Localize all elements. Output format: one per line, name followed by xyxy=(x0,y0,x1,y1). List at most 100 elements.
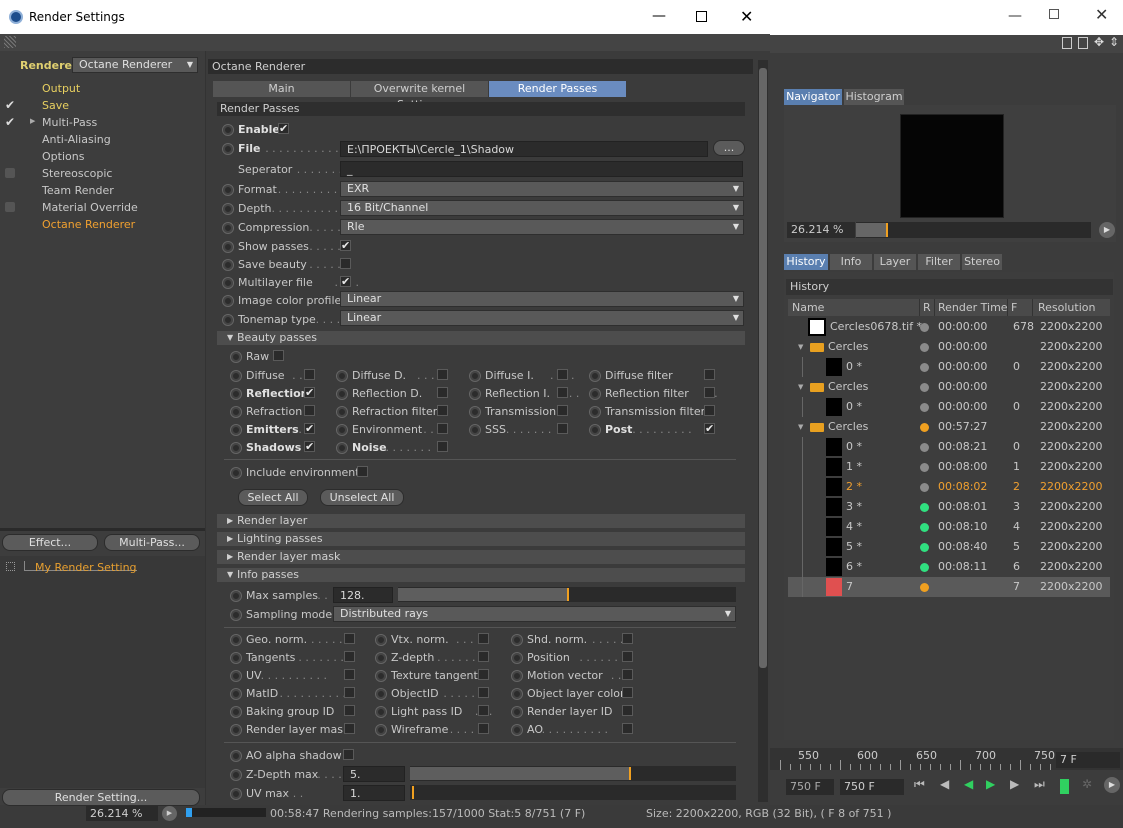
history-row[interactable]: ▼ Cercles 00:57:27 2200x2200 xyxy=(788,417,1110,437)
info-render-layer-id-radio[interactable] xyxy=(511,706,523,718)
info-baking-group-id-radio[interactable] xyxy=(230,706,242,718)
max-samples-slider[interactable] xyxy=(398,587,736,602)
info-object-layer-color-checkbox[interactable] xyxy=(622,687,633,698)
save-beauty-radio[interactable] xyxy=(222,259,234,271)
info-wireframe-radio[interactable] xyxy=(375,724,387,736)
history-row[interactable]: 0 * 00:00:00 0 2200x2200 xyxy=(788,397,1110,417)
status-zoom[interactable]: 26.214 % xyxy=(86,806,158,821)
loop-icon[interactable] xyxy=(1060,779,1069,794)
info-z-depth-checkbox[interactable] xyxy=(478,651,489,662)
beauty-refraction-radio[interactable] xyxy=(230,406,242,418)
beauty-diffuse-d-checkbox[interactable] xyxy=(437,369,448,380)
include-env-checkbox[interactable] xyxy=(357,466,368,477)
tab-history[interactable]: History xyxy=(784,254,828,270)
info-shd-norm-radio[interactable] xyxy=(511,634,523,646)
tonemap-dropdown[interactable]: Linear xyxy=(340,310,744,326)
beauty-passes-section[interactable]: ▼ Beauty passes xyxy=(217,331,745,345)
image-thumbnail[interactable] xyxy=(826,518,842,536)
enable-checkbox[interactable]: ✔ xyxy=(278,123,289,134)
info-uv-checkbox[interactable] xyxy=(344,669,355,680)
navigator-zoom-field[interactable]: 26.214 % xyxy=(787,222,855,238)
beauty-reflection-checkbox[interactable]: ✔ xyxy=(304,387,315,398)
uvmax-slider[interactable] xyxy=(410,785,736,800)
beauty-diffuse-filter-checkbox[interactable] xyxy=(704,369,715,380)
last-frame-icon[interactable]: ⏭ xyxy=(1034,777,1045,792)
info-vtx-norm-radio[interactable] xyxy=(375,634,387,646)
beauty-reflection-d-checkbox[interactable] xyxy=(437,387,448,398)
col-f[interactable]: F xyxy=(1007,299,1017,316)
arrows-icon[interactable]: ⇕ xyxy=(1109,35,1119,49)
info-shd-norm-checkbox[interactable] xyxy=(622,633,633,644)
image-thumbnail[interactable] xyxy=(826,478,842,496)
multilayer-checkbox[interactable]: ✔ xyxy=(340,276,351,287)
beauty-post-radio[interactable] xyxy=(589,424,601,436)
ao-alpha-checkbox[interactable] xyxy=(343,749,354,760)
raw-radio[interactable] xyxy=(230,351,242,363)
beauty-environment-radio[interactable] xyxy=(336,424,348,436)
prev-frame-icon[interactable]: ◀ xyxy=(940,777,949,791)
render-layer-mask-section[interactable]: ▶ Render layer mask xyxy=(217,550,745,564)
play-backward-icon[interactable]: ◀ xyxy=(964,777,973,791)
history-row[interactable]: 0 * 00:08:21 0 2200x2200 xyxy=(788,437,1110,457)
current-thumbnail[interactable] xyxy=(826,578,842,596)
beauty-diffuse-checkbox[interactable] xyxy=(304,369,315,380)
info-tangents-radio[interactable] xyxy=(230,652,242,664)
compression-radio[interactable] xyxy=(222,222,234,234)
enable-radio[interactable] xyxy=(222,124,234,136)
tonemap-radio[interactable] xyxy=(222,314,234,326)
save-beauty-checkbox[interactable] xyxy=(340,258,351,269)
beauty-diffuse-i-radio[interactable] xyxy=(469,370,481,382)
info-passes-section[interactable]: ▼ Info passes xyxy=(217,568,745,582)
beauty-transmission-filter-checkbox[interactable] xyxy=(704,405,715,416)
show-passes-radio[interactable] xyxy=(222,241,234,253)
show-passes-checkbox[interactable]: ✔ xyxy=(340,240,351,251)
info-vtx-norm-checkbox[interactable] xyxy=(478,633,489,644)
info-texture-tangent-checkbox[interactable] xyxy=(478,669,489,680)
beauty-reflection-radio[interactable] xyxy=(230,388,242,400)
select-all-button[interactable]: Select All xyxy=(238,489,308,506)
unselect-all-button[interactable]: Unselect All xyxy=(320,489,404,506)
history-row[interactable]: Cercles0678.tif * 00:00:00 678 2200x2200 xyxy=(788,317,1110,337)
beauty-reflection-d-radio[interactable] xyxy=(336,388,348,400)
info-texture-tangent-radio[interactable] xyxy=(375,670,387,682)
help-icon[interactable]: ▶ xyxy=(1104,777,1120,793)
image-profile-radio[interactable] xyxy=(222,295,234,307)
tab-stereo[interactable]: Stereo xyxy=(962,254,1002,270)
info-position-radio[interactable] xyxy=(511,652,523,664)
beauty-shadows-checkbox[interactable]: ✔ xyxy=(304,441,315,452)
history-row[interactable]: 5 * 00:08:40 5 2200x2200 xyxy=(788,537,1110,557)
image-profile-dropdown[interactable]: Linear xyxy=(340,291,744,307)
beauty-transmission-radio[interactable] xyxy=(469,406,481,418)
history-row[interactable]: 0 * 00:00:00 0 2200x2200 xyxy=(788,357,1110,377)
collapse-icon[interactable]: ▼ xyxy=(798,337,803,357)
info-geo-norm-checkbox[interactable] xyxy=(344,633,355,644)
col-resolution[interactable]: Resolution xyxy=(1032,299,1095,316)
lighting-passes-section[interactable]: ▶ Lighting passes xyxy=(217,532,745,546)
navigator-zoom-slider[interactable] xyxy=(856,222,1091,238)
navigator-thumbnail[interactable] xyxy=(900,114,1004,218)
beauty-sss-radio[interactable] xyxy=(469,424,481,436)
info-object-layer-color-radio[interactable] xyxy=(511,688,523,700)
max-samples-input[interactable]: 128. xyxy=(333,587,393,603)
info-matid-radio[interactable] xyxy=(230,688,242,700)
beauty-refraction-filter-checkbox[interactable] xyxy=(437,405,448,416)
image-thumbnail[interactable] xyxy=(826,458,842,476)
info-light-pass-id-checkbox[interactable] xyxy=(478,705,489,716)
next-frame-icon[interactable]: ▶ xyxy=(1010,777,1019,791)
info-render-layer-mask-radio[interactable] xyxy=(230,724,242,736)
beauty-reflection-filter-radio[interactable] xyxy=(589,388,601,400)
image-thumbnail[interactable] xyxy=(826,398,842,416)
separator-input[interactable]: _ xyxy=(340,161,743,177)
info-render-layer-id-checkbox[interactable] xyxy=(622,705,633,716)
include-env-radio[interactable] xyxy=(230,467,242,479)
history-row[interactable]: 3 * 00:08:01 3 2200x2200 xyxy=(788,497,1110,517)
history-row[interactable]: 4 * 00:08:10 4 2200x2200 xyxy=(788,517,1110,537)
image-thumbnail[interactable] xyxy=(826,438,842,456)
zdepth-input[interactable]: 5. xyxy=(343,766,405,782)
beauty-reflection-i-radio[interactable] xyxy=(469,388,481,400)
info-render-layer-mask-checkbox[interactable] xyxy=(344,723,355,734)
image-thumbnail[interactable] xyxy=(808,318,826,336)
history-row[interactable]: 7 7 2200x2200 xyxy=(788,577,1110,597)
beauty-post-checkbox[interactable]: ✔ xyxy=(704,423,715,434)
grid-icon[interactable] xyxy=(1078,37,1088,49)
